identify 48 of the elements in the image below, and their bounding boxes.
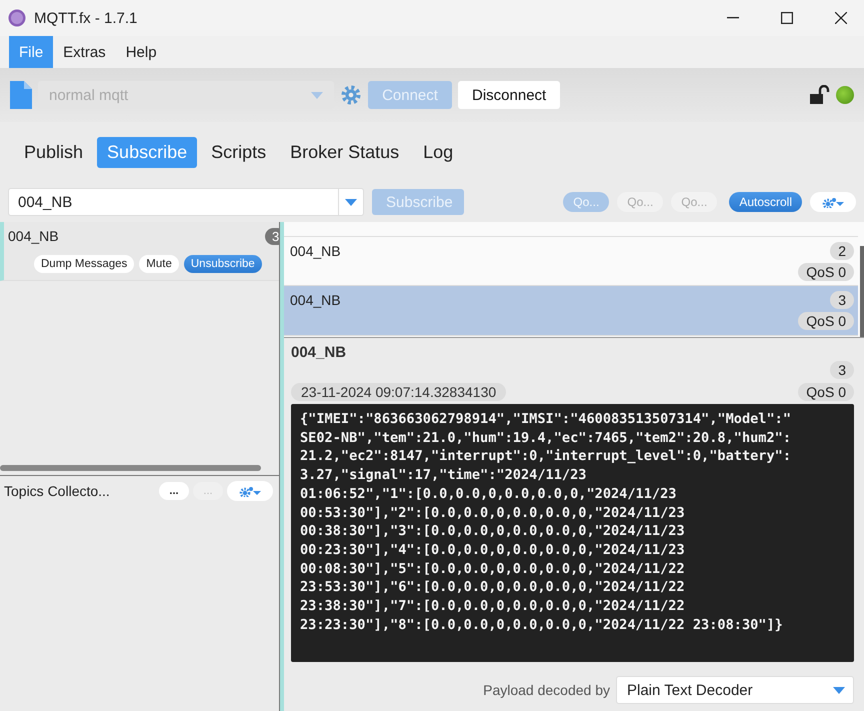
settings-icon xyxy=(340,84,362,106)
tab[interactable]: Log xyxy=(413,136,464,168)
subscription-action-button[interactable]: Dump Messages xyxy=(34,255,134,273)
subscription-action-button[interactable]: Unsubscribe xyxy=(184,255,262,273)
subscription-action-button[interactable]: Mute xyxy=(139,255,179,273)
autoscroll-toggle[interactable]: Autoscroll xyxy=(729,192,802,212)
message-timestamp: 23-11-2024 09:07:14.32834130 xyxy=(291,383,506,401)
tab[interactable]: Publish xyxy=(14,136,94,168)
minimize-icon xyxy=(727,17,739,19)
message-number: 2 xyxy=(830,242,854,260)
message-topic: 004_NB xyxy=(290,292,341,308)
message-count: 3 xyxy=(265,228,279,245)
horizontal-scrollbar[interactable] xyxy=(0,465,261,471)
menu-item[interactable]: Help xyxy=(116,36,167,68)
message-payload: {"IMEI":"863663062798914","IMSI":"460083513507314","Model":" SE02-NB","tem":21.0,"hum":19.4,"ec":7465,"tem2":20.8,"hum2": 21.2,"ec2":8147,"interrupt":0,"interrupt_level":0,"battery": 3.27,"signal":17,"time":"2024/11/23 01:06:52","1":[0.0,0.0,0,0.0,0.0,0,"2024/11/23 00:53:30"],"2":[0.0,0.0,0,0.0,0.0,0,"2024/11/23 00:38:30"],"3":[0.0,0.0,0,0.0,0.0,0,"2024/11/23 00:23:30"],"4":[0.0,0.0,0,0.0,0.0,0,"2024/11/23 00:08:30"],"5":[0.0,0.0,0,0.0,0.0,0,"2024/11/22 23:53:30"],"6":[0.0,0.0,0,0.0,0.0,0,"2024/11/22 23:38:30"],"7":[0.0,0.0,0,0.0,0.0,0,"2024/11/22 23:23:30"],"8":[0.0,0.0,0,0.0,0.0,0,"2024/11/22 23:08:30"]} xyxy=(291,404,854,662)
gear-caret-icon xyxy=(821,196,845,208)
tab[interactable]: Scripts xyxy=(201,136,276,168)
caret-icon xyxy=(345,198,357,206)
unlocked-padlock-icon xyxy=(810,85,830,105)
qos-label: QoS 0 xyxy=(798,312,854,330)
message-number: 3 xyxy=(830,361,854,379)
close-icon xyxy=(835,12,847,24)
caret-icon xyxy=(311,92,323,98)
options-dropdown-button[interactable] xyxy=(810,192,856,212)
window-title: MQTT.fx - 1.7.1 xyxy=(34,10,138,26)
message-number: 3 xyxy=(830,291,854,309)
menu-item[interactable]: Extras xyxy=(53,36,116,68)
app-logo-icon xyxy=(8,9,26,27)
maximize-icon xyxy=(781,12,793,24)
qos-label: QoS 0 xyxy=(798,383,854,401)
document-icon[interactable] xyxy=(10,81,32,109)
decoder-dropdown[interactable]: Plain Text Decoder xyxy=(616,676,854,704)
collector-button[interactable]: ... xyxy=(159,482,189,500)
topics-collector-title: Topics Collecto... xyxy=(4,483,110,499)
disconnect-button[interactable]: Disconnect xyxy=(458,81,560,109)
collector-options-button[interactable] xyxy=(227,481,273,501)
tab[interactable]: Broker Status xyxy=(280,136,410,168)
message-item[interactable]: 004_NB 3 QoS 0 xyxy=(284,286,858,336)
message-topic: 004_NB xyxy=(290,243,341,259)
decoder-label: Payload decoded by xyxy=(483,682,610,698)
subscription-item[interactable]: 004_NB 3 Dump Messages Mute Unsubscribe xyxy=(0,222,279,281)
vertical-scrollbar[interactable] xyxy=(860,246,864,337)
topic-field[interactable]: 004_NB xyxy=(8,188,364,216)
qos-label: QoS 0 xyxy=(798,263,854,281)
subscription-topic: 004_NB xyxy=(8,228,59,244)
caret-icon xyxy=(833,686,845,694)
message-topic: 004_NB xyxy=(291,344,348,361)
gear-caret-icon xyxy=(238,485,262,497)
